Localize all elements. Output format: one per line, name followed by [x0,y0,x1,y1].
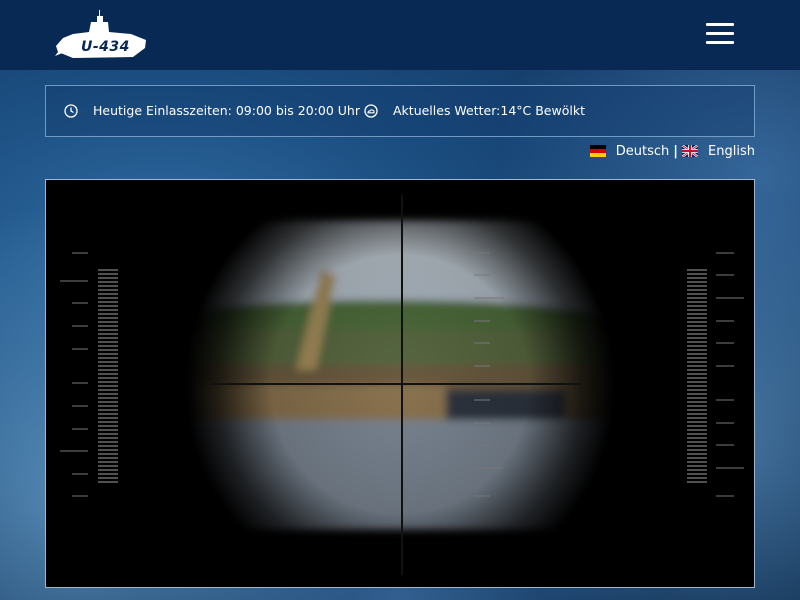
opening-hours: Heutige Einlasszeiten: 09:00 bis 20:00 U… [64,103,360,118]
logo-text: U-434 [81,39,130,55]
language-switcher: Deutsch | English [589,143,755,159]
periscope-scene [46,180,754,587]
cloud-icon [364,103,378,118]
german-flag-icon [589,145,606,157]
periscope-view [45,179,755,588]
menu-bar [706,32,734,35]
site-header: U-434 [0,0,800,70]
menu-bar [706,23,734,26]
info-bar: Heutige Einlasszeiten: 09:00 bis 20:00 U… [45,85,755,137]
weather-text: Aktuelles Wetter:14°C Bewölkt [393,103,585,118]
language-separator: | [673,143,679,159]
clock-icon [64,103,78,118]
uk-flag-icon [682,145,699,157]
current-weather: Aktuelles Wetter:14°C Bewölkt [364,103,585,118]
opening-hours-text: Heutige Einlasszeiten: 09:00 bis 20:00 U… [93,103,360,118]
hamburger-menu-button[interactable] [706,23,734,47]
language-link-german[interactable]: Deutsch [616,144,670,159]
menu-bar [706,41,734,44]
language-link-english[interactable]: English [708,144,755,159]
u434-logo[interactable]: U-434 [53,8,148,62]
